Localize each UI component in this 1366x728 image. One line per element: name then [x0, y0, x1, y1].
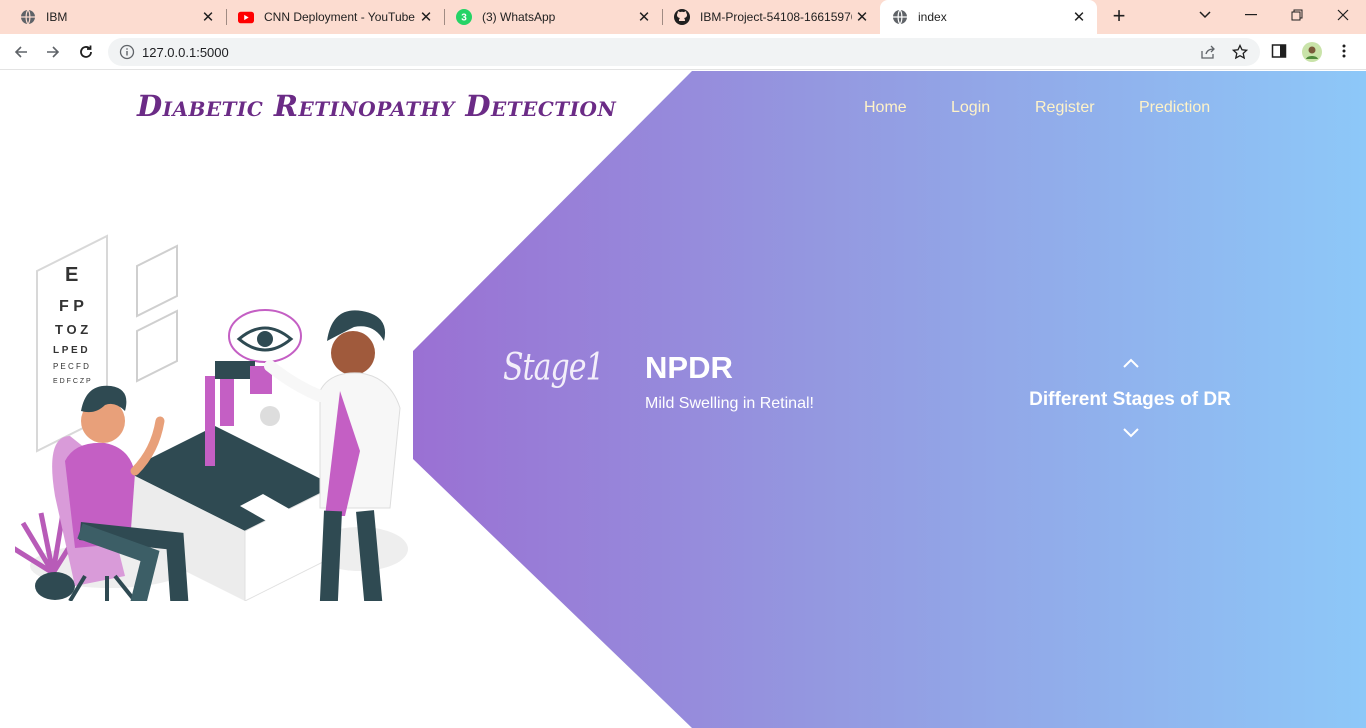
- stage-label: Stage1: [503, 345, 605, 390]
- tab-search-icon[interactable]: [1182, 0, 1228, 30]
- nav-prediction-link[interactable]: Prediction: [1139, 99, 1210, 117]
- new-tab-button[interactable]: +: [1107, 5, 1131, 29]
- github-icon: [674, 9, 690, 25]
- svg-text:F P: F P: [59, 298, 84, 315]
- browser-tab-whatsapp[interactable]: 3 (3) WhatsApp ✕: [436, 0, 662, 34]
- chevron-down-icon[interactable]: [1121, 426, 1141, 440]
- profile-avatar[interactable]: [1302, 42, 1322, 62]
- slide-heading: NPDR: [645, 350, 733, 385]
- close-tab-icon[interactable]: ✕: [852, 7, 872, 27]
- browser-menu-icon[interactable]: [1336, 43, 1356, 63]
- web-page: Diabetic Retinopathy Detection Home Logi…: [0, 71, 1366, 728]
- svg-text:L P E D: L P E D: [53, 345, 88, 356]
- eye-doctor-illustration: E F P T O Z L P E D P E C F D E D F C Z …: [15, 234, 408, 601]
- reload-button[interactable]: [73, 39, 99, 65]
- site-brand-title[interactable]: Diabetic Retinopathy Detection: [137, 89, 616, 123]
- nav-home-link[interactable]: Home: [864, 99, 907, 117]
- globe-icon: [20, 9, 36, 25]
- url-text: 127.0.0.1:5000: [142, 45, 229, 60]
- nav-register-link[interactable]: Register: [1035, 99, 1095, 117]
- tab-title: IBM: [46, 10, 68, 24]
- browser-tab-index[interactable]: index ✕: [880, 0, 1097, 34]
- nav-login-link[interactable]: Login: [951, 99, 990, 117]
- browser-tab-strip: IBM ✕ CNN Deployment - YouTube ✕ 3 (3) W…: [0, 0, 1366, 34]
- tab-title: IBM-Project-54108-16615976: [700, 10, 852, 24]
- restore-window-button[interactable]: [1274, 0, 1320, 30]
- browser-tab-ibm[interactable]: IBM ✕: [0, 0, 226, 34]
- whatsapp-icon: 3: [456, 9, 472, 25]
- site-info-icon[interactable]: [119, 44, 135, 65]
- close-tab-icon[interactable]: ✕: [634, 7, 654, 27]
- close-window-button[interactable]: [1320, 0, 1366, 30]
- close-tab-icon[interactable]: ✕: [198, 7, 218, 27]
- browser-tab-youtube[interactable]: CNN Deployment - YouTube ✕: [218, 0, 444, 34]
- tab-title: index: [918, 10, 947, 24]
- svg-text:E: E: [65, 264, 78, 286]
- bookmark-star-icon[interactable]: [1231, 43, 1249, 60]
- slide-description: Mild Swelling in Retinal!: [645, 395, 814, 412]
- tab-title: (3) WhatsApp: [482, 10, 556, 24]
- address-bar[interactable]: 127.0.0.1:5000: [108, 38, 1260, 66]
- browser-tab-github[interactable]: IBM-Project-54108-16615976 ✕: [654, 0, 880, 34]
- svg-text:P E C F D: P E C F D: [53, 362, 89, 371]
- svg-text:T O Z: T O Z: [55, 322, 88, 337]
- close-tab-icon[interactable]: ✕: [416, 7, 436, 27]
- browser-toolbar: 127.0.0.1:5000: [0, 34, 1366, 70]
- share-icon[interactable]: [1200, 44, 1216, 60]
- svg-text:3: 3: [461, 13, 467, 24]
- chevron-up-icon[interactable]: [1121, 356, 1141, 370]
- svg-text:E D F C Z P: E D F C Z P: [53, 378, 91, 385]
- back-button[interactable]: [8, 39, 34, 65]
- minimize-window-button[interactable]: [1228, 0, 1274, 30]
- youtube-icon: [238, 9, 254, 25]
- carousel-label: Different Stages of DR: [1029, 389, 1231, 410]
- close-tab-icon[interactable]: ✕: [1069, 7, 1089, 27]
- forward-button[interactable]: [40, 39, 66, 65]
- tab-title: CNN Deployment - YouTube: [264, 10, 415, 24]
- side-panel-icon[interactable]: [1271, 43, 1291, 63]
- globe-icon: [892, 9, 908, 25]
